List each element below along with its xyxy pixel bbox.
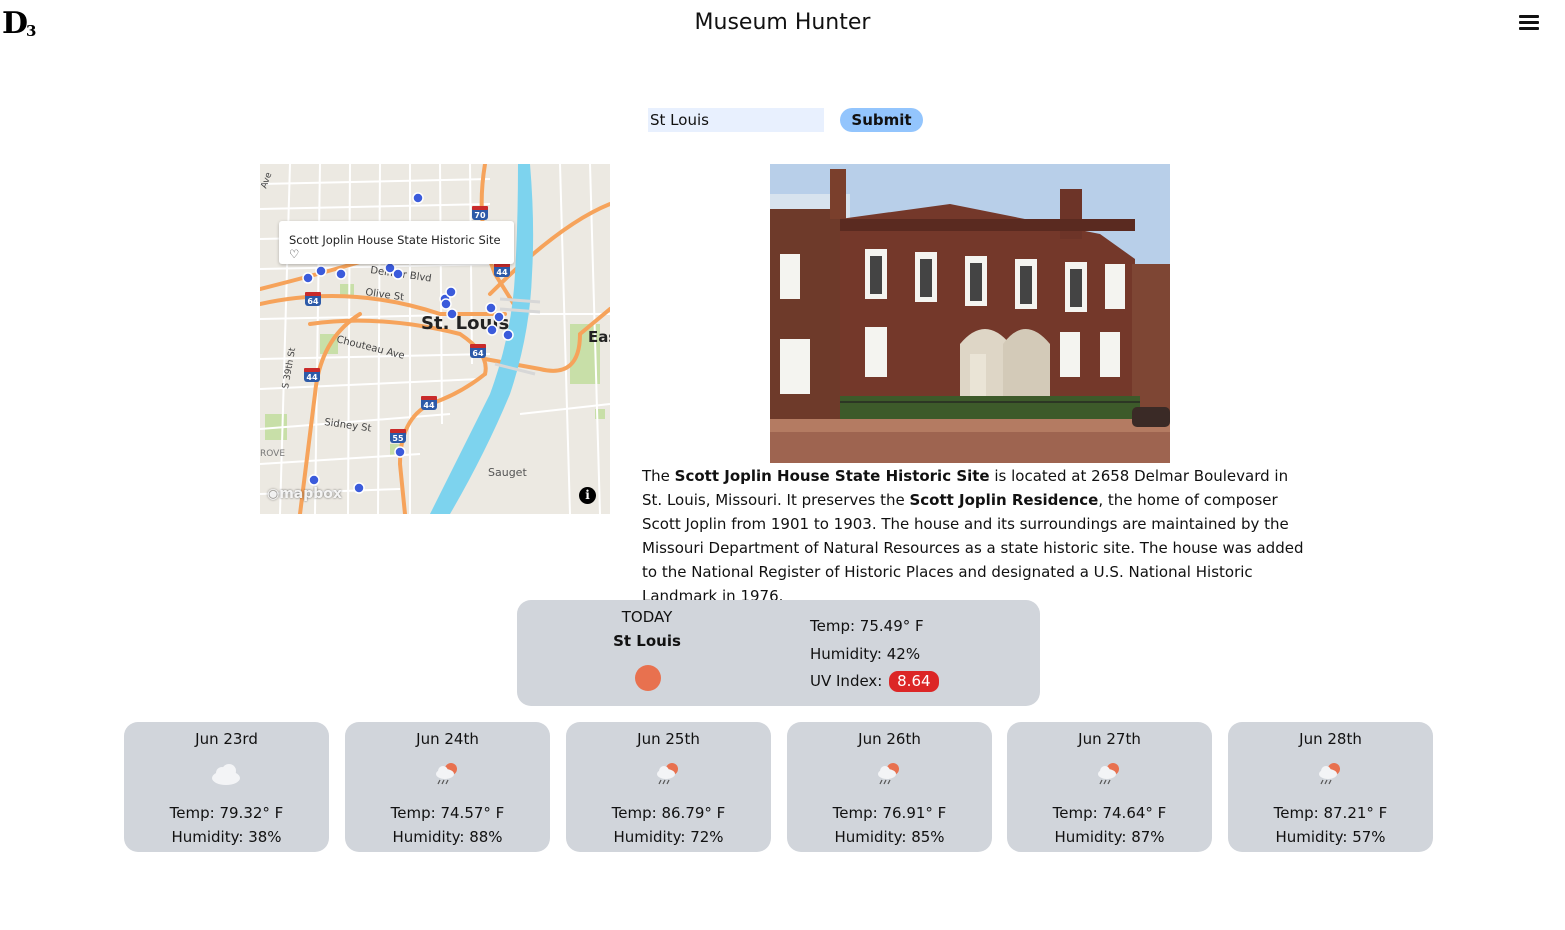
forecast-date: Jun 24th (416, 730, 479, 748)
museum-marker (486, 324, 498, 336)
info-icon[interactable]: i (579, 487, 596, 504)
museum-marker (412, 192, 424, 204)
hamburger-menu-icon[interactable] (1519, 15, 1539, 31)
svg-text:44: 44 (423, 401, 435, 410)
highway-shield: 64 (470, 344, 486, 358)
map-place-label: Eas (588, 328, 610, 346)
forecast-date: Jun 28th (1299, 730, 1362, 748)
museum-marker (502, 329, 514, 341)
forecast-date: Jun 25th (637, 730, 700, 748)
museum-description: The Scott Joplin House State Historic Si… (642, 467, 1304, 605)
museum-map[interactable]: St. Louis Olive St Delmar Blvd Chouteau … (260, 164, 610, 514)
forecast-card: Jun 24th Temp: 74.57° F Humidity: 88% (345, 722, 550, 852)
forecast-temp: Temp: 86.79° F (611, 804, 726, 822)
map-place-label: Sauget (488, 466, 527, 479)
forecast-humidity: Humidity: 85% (834, 828, 945, 846)
highway-shield: 55 (390, 429, 406, 443)
forecast-humidity: Humidity: 87% (1054, 828, 1165, 846)
svg-text:44: 44 (496, 268, 508, 277)
forecast-card: Jun 26th Temp: 76.91° F Humidity: 85% (787, 722, 992, 852)
today-temp: Temp: 75.49° F (810, 617, 924, 635)
forecast-humidity: Humidity: 57% (1275, 828, 1386, 846)
svg-text:55: 55 (392, 434, 404, 443)
highway-shield: 44 (421, 396, 437, 410)
museum-marker (485, 302, 497, 314)
forecast-temp: Temp: 74.57° F (390, 804, 505, 822)
today-city: St Louis (613, 632, 681, 650)
forecast-card: Jun 23rd Temp: 79.32° F Humidity: 38% (124, 722, 329, 852)
city-search-input[interactable] (648, 108, 824, 132)
forecast-date: Jun 23rd (195, 730, 258, 748)
today-label: TODAY (621, 608, 673, 626)
museum-marker (446, 308, 458, 320)
residence-name: Scott Joplin Residence (909, 491, 1099, 509)
forecast-temp: Temp: 87.21° F (1273, 804, 1388, 822)
museum-name: Scott Joplin House State Historic Site (674, 467, 990, 485)
map-place-label: ROVE (260, 449, 285, 459)
popup-museum-name: Scott Joplin House State Historic Site ♡ (289, 233, 501, 261)
museum-marker (392, 268, 404, 280)
forecast-temp: Temp: 76.91° F (832, 804, 947, 822)
mapbox-logo[interactable]: ◉mapbox (267, 486, 342, 502)
museum-marker (308, 474, 320, 486)
today-weather-card: TODAY St Louis Temp: 75.49° F Humidity: … (517, 600, 1040, 706)
museum-marker (353, 482, 365, 494)
svg-text:44: 44 (306, 373, 318, 382)
rain-sun-icon (436, 763, 457, 785)
uv-badge: 8.64 (889, 671, 939, 692)
highway-shield: 70 (472, 206, 488, 220)
museum-marker (445, 286, 457, 298)
rain-sun-icon (878, 763, 899, 785)
museum-marker (315, 265, 327, 277)
highway-shield: 64 (305, 292, 321, 306)
forecast-card: Jun 28th Temp: 87.21° F Humidity: 57% (1228, 722, 1433, 852)
highway-shield: 44 (304, 368, 320, 382)
map-popup: Scott Joplin House State Historic Site ♡ (279, 221, 514, 264)
forecast-humidity: Humidity: 72% (613, 828, 724, 846)
museum-marker (440, 298, 452, 310)
museum-marker (394, 446, 406, 458)
rain-sun-icon (657, 763, 678, 785)
page-title: Museum Hunter (694, 10, 871, 35)
museum-marker (493, 311, 505, 323)
forecast-card: Jun 27th Temp: 74.64° F Humidity: 87% (1007, 722, 1212, 852)
forecast-date: Jun 27th (1078, 730, 1141, 748)
svg-text:70: 70 (474, 211, 486, 220)
rain-sun-icon (1098, 763, 1119, 785)
uv-index: UV Index: 8.64 (810, 671, 939, 692)
svg-text:64: 64 (307, 297, 319, 306)
forecast-humidity: Humidity: 88% (392, 828, 503, 846)
forecast-temp: Temp: 74.64° F (1052, 804, 1167, 822)
forecast-temp: Temp: 79.32° F (169, 804, 284, 822)
museum-photo (770, 164, 1170, 463)
submit-button[interactable]: Submit (840, 108, 923, 132)
sun-icon (635, 665, 661, 691)
svg-text:64: 64 (472, 349, 484, 358)
cloud-icon (212, 764, 240, 785)
museum-marker (335, 268, 347, 280)
rain-sun-icon (1319, 763, 1340, 785)
museum-marker (302, 272, 314, 284)
forecast-card: Jun 25th Temp: 86.79° F Humidity: 72% (566, 722, 771, 852)
forecast-humidity: Humidity: 38% (171, 828, 282, 846)
highway-shield: 44 (494, 263, 510, 277)
today-humidity: Humidity: 42% (810, 645, 921, 663)
forecast-date: Jun 26th (858, 730, 921, 748)
